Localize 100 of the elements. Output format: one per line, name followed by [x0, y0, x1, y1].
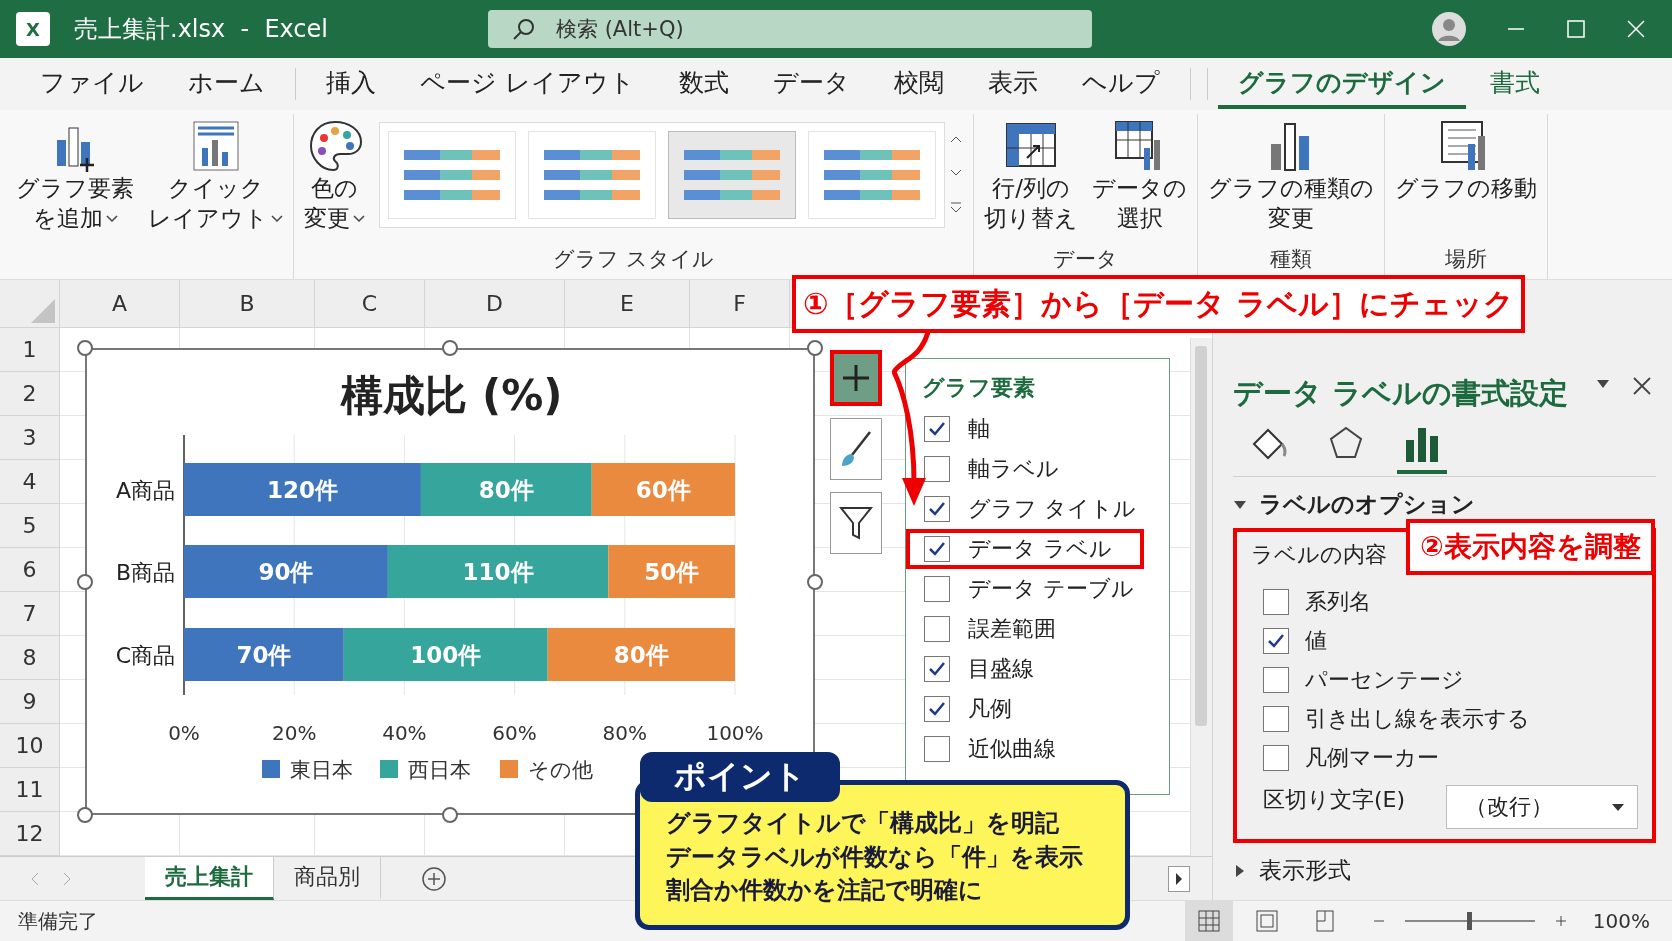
- checkbox[interactable]: [1263, 705, 1289, 732]
- ribbon-button[interactable]: クイック レイアウト: [148, 114, 283, 234]
- ribbon-button[interactable]: 色の 変更: [304, 114, 365, 234]
- option-row[interactable]: 値: [1251, 621, 1333, 660]
- menu-item[interactable]: データ ラベル: [906, 529, 1144, 569]
- close-icon[interactable]: [1632, 376, 1653, 396]
- chart-style-option[interactable]: [388, 131, 516, 219]
- checkbox[interactable]: [924, 536, 950, 562]
- option-row[interactable]: パーセンテージ: [1251, 660, 1470, 699]
- checkbox[interactable]: [1263, 627, 1289, 654]
- pane-menu-icon[interactable]: [1596, 379, 1611, 389]
- chevron-down-icon: [105, 214, 118, 223]
- menu-item[interactable]: データ テーブル: [906, 569, 1153, 609]
- scroll-up-icon[interactable]: [949, 134, 963, 144]
- ribbon-tab[interactable]: 表示: [967, 59, 1058, 109]
- zoom-level[interactable]: 100%: [1592, 909, 1650, 933]
- search-field[interactable]: 検索 (Alt+Q): [488, 10, 1092, 48]
- chart-tool-button[interactable]: [830, 350, 882, 406]
- row-header[interactable]: 2: [0, 372, 60, 416]
- row-header[interactable]: 7: [0, 592, 60, 636]
- ribbon-tab[interactable]: 校閲: [873, 59, 964, 109]
- option-row[interactable]: 引き出し線を表示する: [1251, 699, 1536, 738]
- checkmark-icon: [928, 541, 946, 557]
- add-sheet-icon[interactable]: [421, 865, 447, 892]
- checkbox[interactable]: [1263, 666, 1289, 693]
- menu-item[interactable]: 誤差範囲: [906, 609, 1153, 649]
- checkbox[interactable]: [924, 576, 950, 602]
- ribbon-button[interactable]: グラフの種類の 変更: [1208, 114, 1374, 234]
- column-header[interactable]: D: [425, 280, 565, 328]
- ribbon-button[interactable]: グラフの移動: [1395, 114, 1537, 204]
- legend-swatch: [380, 760, 398, 778]
- checkbox[interactable]: [924, 616, 950, 642]
- ribbon-tab[interactable]: 数式: [658, 59, 749, 109]
- section-header[interactable]: ラベルのオプション: [1233, 489, 1656, 520]
- ribbon-button[interactable]: 行/列の 切り替え: [984, 114, 1078, 234]
- row-header[interactable]: 10: [0, 724, 60, 768]
- menu-item[interactable]: 軸ラベル: [906, 449, 1153, 489]
- checkbox[interactable]: [1263, 588, 1289, 615]
- row-header[interactable]: 1: [0, 328, 60, 372]
- checkbox[interactable]: [924, 456, 950, 482]
- group-label: データ: [1052, 246, 1119, 273]
- scroll-down-icon[interactable]: [949, 168, 963, 178]
- expand-gallery-icon[interactable]: [949, 202, 963, 214]
- data-label: 100件: [410, 641, 482, 668]
- chart-style-option[interactable]: [668, 131, 796, 219]
- menu-item[interactable]: 凡例: [906, 689, 1153, 729]
- ribbon-tab[interactable]: 挿入: [306, 59, 396, 109]
- menu-item[interactable]: 目盛線: [906, 649, 1153, 689]
- scroll-right-icon[interactable]: [1168, 865, 1190, 892]
- scrollbar-thumb[interactable]: [1195, 346, 1207, 726]
- column-header[interactable]: C: [315, 280, 425, 328]
- legend-label: 東日本: [290, 758, 353, 782]
- vertical-scrollbar[interactable]: [1190, 338, 1212, 856]
- ribbon-button[interactable]: データの 選択: [1092, 114, 1187, 234]
- column-header[interactable]: A: [60, 280, 180, 328]
- checkbox[interactable]: [924, 696, 950, 722]
- ribbon-button[interactable]: グラフ要素 を追加: [16, 114, 134, 234]
- sheet-tab[interactable]: 売上集計: [145, 857, 274, 900]
- column-header[interactable]: E: [565, 280, 690, 328]
- ribbon-tab[interactable]: ファイル: [20, 59, 164, 109]
- legend-swatch: [500, 760, 518, 778]
- close-icon[interactable]: [1626, 19, 1646, 39]
- row-header[interactable]: 5: [0, 504, 60, 548]
- checkbox[interactable]: [924, 656, 950, 682]
- chart-style-option[interactable]: [808, 131, 936, 219]
- separator-dropdown[interactable]: （改行）: [1446, 785, 1638, 829]
- filter-icon: [839, 505, 873, 541]
- option-row[interactable]: 凡例マーカー: [1251, 738, 1445, 777]
- zoom-thumb[interactable]: [1467, 912, 1473, 930]
- option-row[interactable]: 系列名: [1251, 582, 1377, 621]
- maximize-icon[interactable]: [1566, 19, 1586, 39]
- step-callout: ②表示内容を調整: [1406, 519, 1655, 575]
- checkbox[interactable]: [924, 496, 950, 522]
- chart-style-option[interactable]: [528, 131, 656, 219]
- ribbon-tab[interactable]: ページ レイアウト: [400, 59, 655, 109]
- row-header[interactable]: 9: [0, 680, 60, 724]
- chart-tool-button[interactable]: [830, 492, 882, 554]
- menu-item[interactable]: 軸: [906, 409, 1153, 449]
- row-header[interactable]: 11: [0, 768, 60, 812]
- menu-item[interactable]: グラフ タイトル: [906, 489, 1153, 529]
- column-header[interactable]: F: [690, 280, 790, 328]
- row-header[interactable]: 12: [0, 812, 60, 856]
- grid-view-icon: [1197, 910, 1220, 932]
- ribbon-tab[interactable]: データ: [752, 59, 870, 109]
- column-header[interactable]: B: [180, 280, 315, 328]
- row-header[interactable]: 8: [0, 636, 60, 680]
- checkbox[interactable]: [924, 736, 950, 762]
- checkbox[interactable]: [1263, 744, 1289, 771]
- row-header[interactable]: 4: [0, 460, 60, 504]
- ribbon-tab[interactable]: ホーム: [168, 59, 285, 109]
- row-header[interactable]: 6: [0, 548, 60, 592]
- ribbon-tab[interactable]: ヘルプ: [1061, 59, 1180, 109]
- ribbon-tab[interactable]: 書式: [1469, 59, 1560, 109]
- menu-item[interactable]: 近似曲線: [906, 729, 1153, 769]
- section-header[interactable]: 表示形式: [1233, 855, 1656, 886]
- row-header[interactable]: 3: [0, 416, 60, 460]
- zoom-in-icon[interactable]: [1554, 915, 1567, 927]
- checkbox[interactable]: [924, 416, 950, 442]
- chevron-down-icon: [271, 214, 283, 223]
- avatar-icon[interactable]: [1432, 12, 1466, 46]
